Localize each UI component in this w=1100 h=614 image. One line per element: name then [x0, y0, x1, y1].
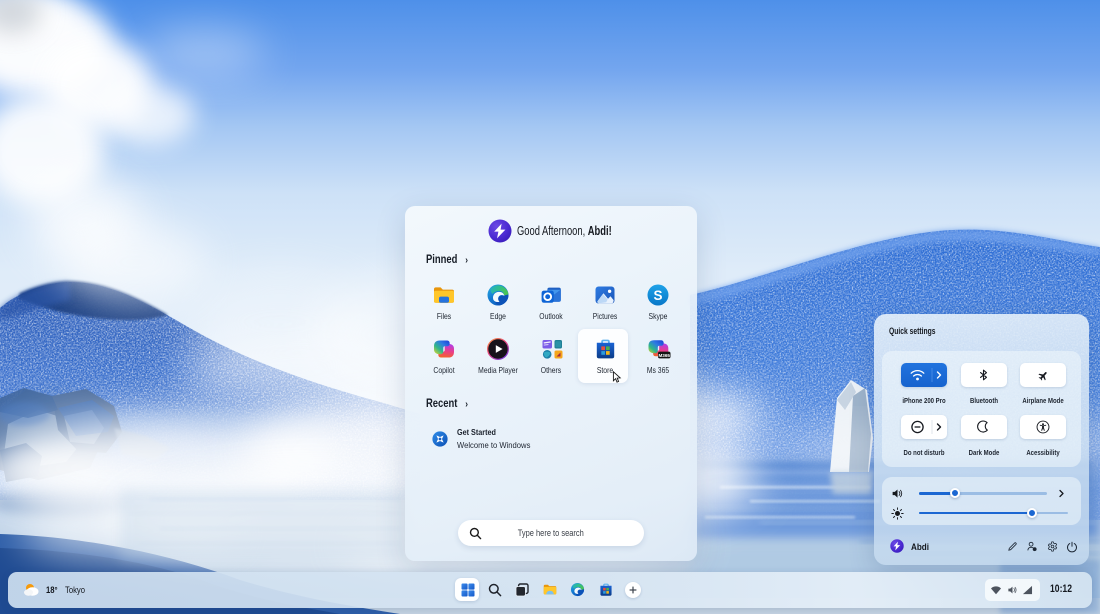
svg-text:M365: M365	[658, 353, 670, 358]
svg-text:S: S	[653, 288, 662, 303]
